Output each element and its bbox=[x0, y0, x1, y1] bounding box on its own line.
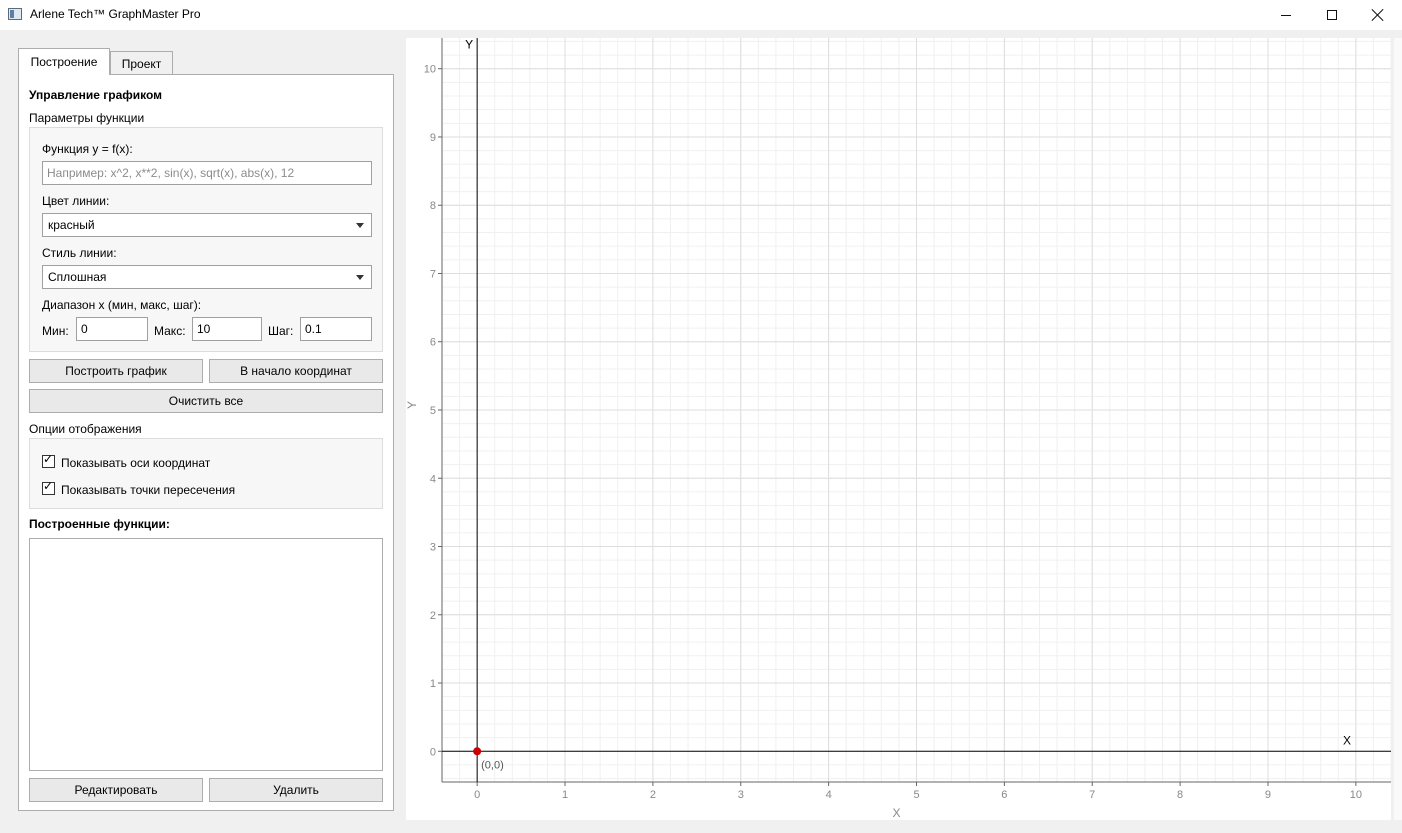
functions-list-title: Построенные функции: bbox=[29, 517, 170, 531]
maximize-button[interactable] bbox=[1309, 0, 1355, 30]
tab-project[interactable]: Проект bbox=[110, 51, 173, 75]
checkmark-icon: ✓ bbox=[43, 452, 54, 466]
y-tick-label: 1 bbox=[430, 678, 436, 690]
line-color-value: красный bbox=[48, 218, 95, 232]
x-tick-label: 7 bbox=[1089, 789, 1095, 801]
show-intersections-label: Показывать точки пересечения bbox=[61, 483, 236, 497]
step-input[interactable]: 0.1 bbox=[300, 317, 372, 341]
show-intersections-checkbox[interactable]: ✓ bbox=[42, 479, 55, 495]
show-axes-checkbox[interactable]: ✓ bbox=[42, 452, 55, 468]
display-options-title: Опции отображения bbox=[29, 422, 142, 436]
edit-button[interactable]: Редактировать bbox=[29, 778, 203, 802]
tab-build[interactable]: Построение bbox=[18, 48, 110, 75]
y-tick-label: 6 bbox=[430, 337, 436, 349]
y-tick-label: 2 bbox=[430, 610, 436, 622]
y-tick-label: 9 bbox=[430, 132, 436, 144]
clear-all-button[interactable]: Очистить все bbox=[29, 389, 383, 413]
function-label: Функция y = f(x): bbox=[42, 142, 133, 156]
delete-button[interactable]: Удалить bbox=[209, 778, 383, 802]
function-params-group: Функция y = f(x): Например: x^2, x**2, s… bbox=[29, 127, 383, 352]
y-axis-title: Y bbox=[406, 401, 419, 409]
max-label: Макс: bbox=[154, 324, 186, 338]
chevron-down-icon bbox=[356, 275, 364, 280]
x-tick-label: 5 bbox=[913, 789, 919, 801]
panel-heading: Управление графиком bbox=[29, 88, 163, 102]
y-tick-label: 4 bbox=[430, 473, 436, 485]
origin-point bbox=[473, 747, 482, 756]
status-strip bbox=[0, 822, 1402, 833]
show-axes-label: Показывать оси координат bbox=[61, 456, 211, 470]
y-tick-label: 10 bbox=[424, 64, 436, 76]
origin-button[interactable]: В начало координат bbox=[209, 359, 383, 383]
x-tick-label: 3 bbox=[738, 789, 744, 801]
close-icon bbox=[1372, 9, 1384, 21]
chevron-down-icon bbox=[356, 223, 364, 228]
x-range-label: Диапазон x (мин, макс, шаг): bbox=[42, 298, 202, 312]
step-label: Шаг: bbox=[268, 324, 294, 338]
x-tick-label: 10 bbox=[1350, 789, 1362, 801]
origin-label: (0,0) bbox=[481, 759, 504, 771]
app-icon bbox=[8, 8, 22, 20]
functions-list[interactable] bbox=[29, 538, 383, 771]
min-input[interactable]: 0 bbox=[76, 317, 148, 341]
y-tick-label: 0 bbox=[430, 746, 436, 758]
x-axis-title: X bbox=[892, 806, 900, 820]
x-tick-label: 8 bbox=[1177, 789, 1183, 801]
control-panel: Управление графиком Параметры функции Фу… bbox=[18, 74, 394, 811]
y-tick-label: 3 bbox=[430, 542, 436, 554]
window-title: Arlene Tech™ GraphMaster Pro bbox=[30, 7, 201, 21]
line-color-select[interactable]: красный bbox=[42, 213, 372, 237]
y-tick-label: 8 bbox=[430, 200, 436, 212]
y-axis-end-label: Y bbox=[465, 38, 473, 51]
x-tick-label: 9 bbox=[1265, 789, 1271, 801]
x-axis-end-label: X bbox=[1343, 733, 1351, 747]
y-tick-label: 5 bbox=[430, 405, 436, 417]
side-splitter bbox=[1394, 38, 1402, 820]
plot-canvas[interactable]: 0 1 2 3 4 5 6 7 8 9 10 0 1 2 3 4 5 6 7 8 9 10 X Y X Y (0,0) bbox=[406, 38, 1391, 820]
x-tick-label: 2 bbox=[650, 789, 656, 801]
line-style-select[interactable]: Сплошная bbox=[42, 265, 372, 289]
minimize-icon bbox=[1281, 14, 1291, 16]
checkmark-icon: ✓ bbox=[43, 479, 54, 493]
maximize-icon bbox=[1327, 10, 1337, 20]
max-input[interactable]: 10 bbox=[192, 317, 262, 341]
plot-area[interactable]: 0 1 2 3 4 5 6 7 8 9 10 0 1 2 3 4 5 6 7 8 9 10 X Y X Y (0,0) bbox=[406, 38, 1391, 820]
minimize-button[interactable] bbox=[1263, 0, 1309, 30]
line-style-value: Сплошная bbox=[48, 270, 107, 284]
function-input[interactable]: Например: x^2, x**2, sin(x), sqrt(x), ab… bbox=[42, 161, 372, 185]
x-tick-label: 0 bbox=[474, 789, 480, 801]
function-input-placeholder: Например: x^2, x**2, sin(x), sqrt(x), ab… bbox=[47, 166, 295, 180]
close-button[interactable] bbox=[1355, 0, 1401, 30]
y-tick-label: 7 bbox=[430, 268, 436, 280]
function-params-title: Параметры функции bbox=[29, 111, 145, 125]
major-grid bbox=[442, 38, 1391, 782]
x-tick-label: 4 bbox=[826, 789, 832, 801]
plot-button[interactable]: Построить график bbox=[29, 359, 203, 383]
min-label: Мин: bbox=[42, 324, 69, 338]
line-color-label: Цвет линии: bbox=[42, 194, 110, 208]
display-options-group: ✓ Показывать оси координат ✓ Показывать … bbox=[29, 438, 383, 509]
title-bar: Arlene Tech™ GraphMaster Pro bbox=[0, 0, 1402, 30]
x-tick-label: 1 bbox=[562, 789, 568, 801]
x-tick-label: 6 bbox=[1001, 789, 1007, 801]
line-style-label: Стиль линии: bbox=[42, 246, 117, 260]
tick-labels: 0 1 2 3 4 5 6 7 8 9 10 0 1 2 3 4 5 6 7 8 9 10 bbox=[424, 64, 1362, 801]
